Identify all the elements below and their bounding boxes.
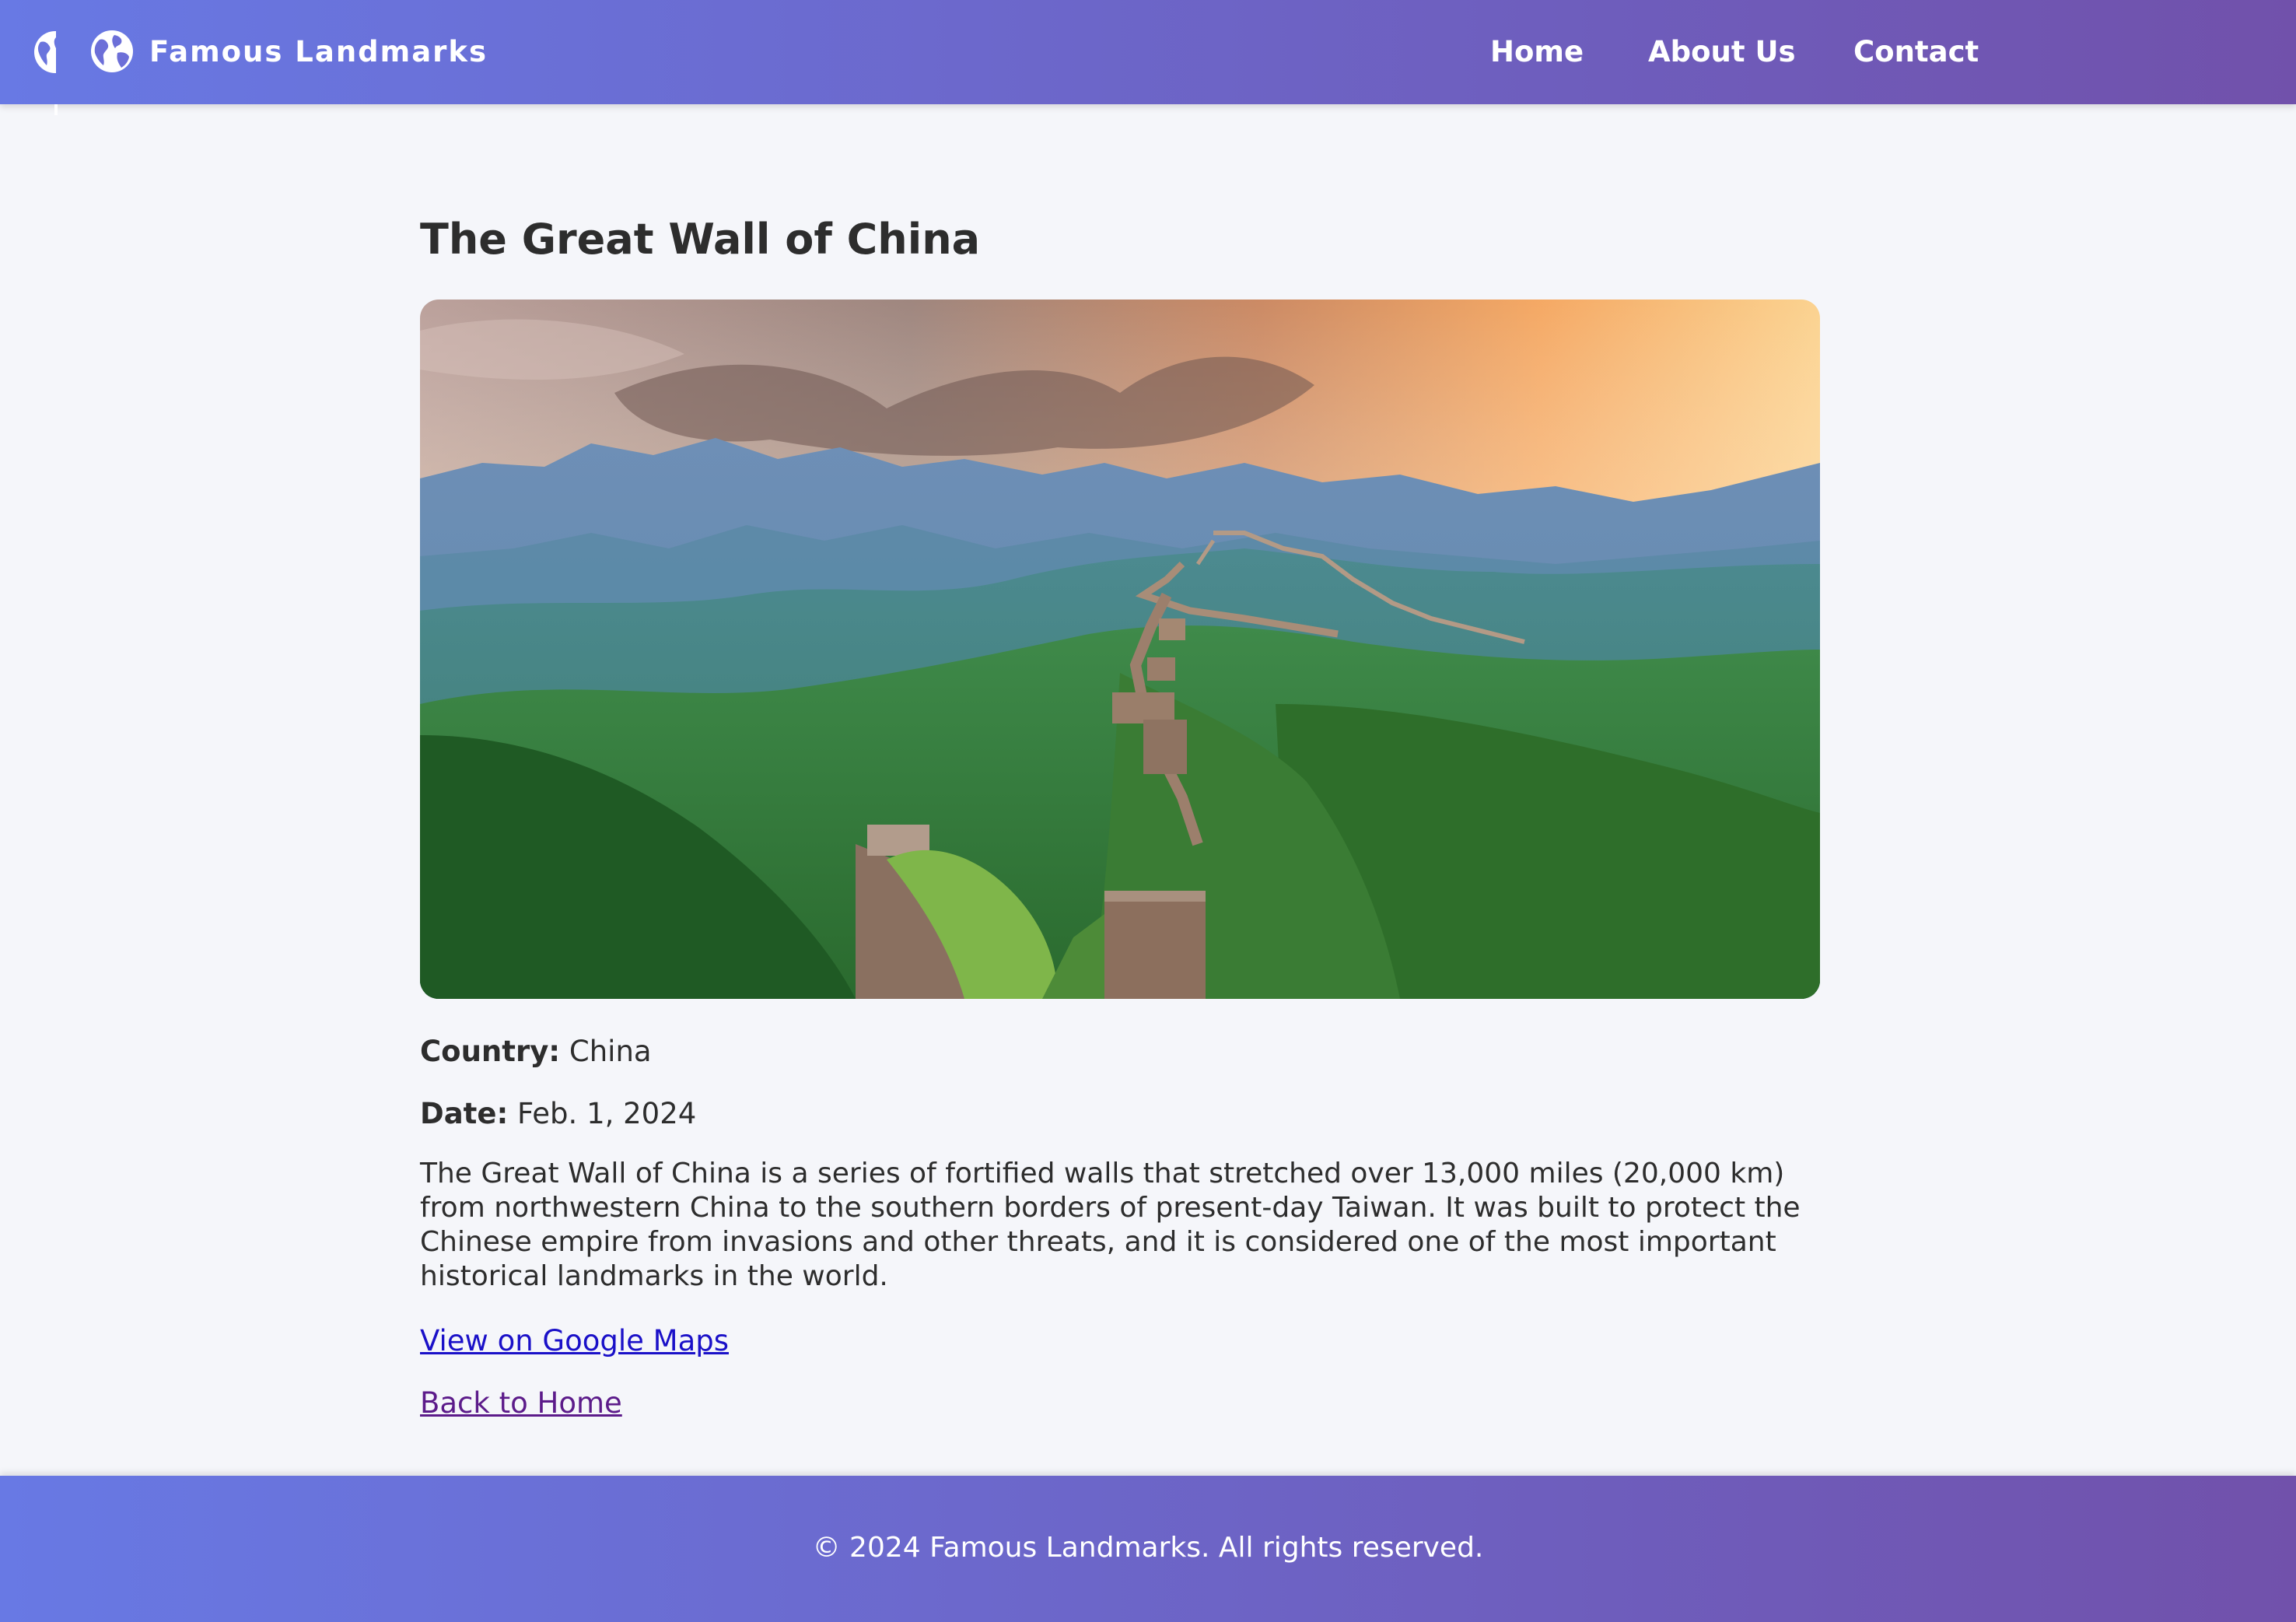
footer-copyright: © 2024 Famous Landmarks. All rights rese… (812, 1532, 1484, 1564)
globe-icon[interactable] (89, 29, 135, 74)
back-to-home-link[interactable]: Back to Home (420, 1384, 622, 1423)
page-title: The Great Wall of China (420, 215, 981, 264)
landmark-description: The Great Wall of China is a series of f… (420, 1158, 1801, 1292)
site-footer: © 2024 Famous Landmarks. All rights rese… (0, 1476, 2296, 1622)
date-line: Date: Feb. 1, 2024 (420, 1095, 696, 1133)
nav-home-link[interactable]: Home (1490, 31, 1584, 73)
google-maps-link[interactable]: View on Google Maps (420, 1322, 729, 1361)
landmark-photo (420, 300, 1820, 999)
country-line: Country: China (420, 1032, 652, 1071)
country-label: Country: (420, 1035, 561, 1068)
date-label: Date: (420, 1097, 509, 1130)
country-value: China (569, 1035, 652, 1068)
partial-globe-icon (33, 30, 56, 75)
site-header: Famous Landmarks Home About Us Contact (0, 0, 2296, 115)
edge-marker (54, 104, 58, 115)
site-brand-name[interactable]: Famous Landmarks (149, 31, 488, 73)
nav-contact-link[interactable]: Contact (1853, 31, 1979, 73)
date-value: Feb. 1, 2024 (517, 1097, 697, 1130)
nav-about-link[interactable]: About Us (1648, 31, 1796, 73)
